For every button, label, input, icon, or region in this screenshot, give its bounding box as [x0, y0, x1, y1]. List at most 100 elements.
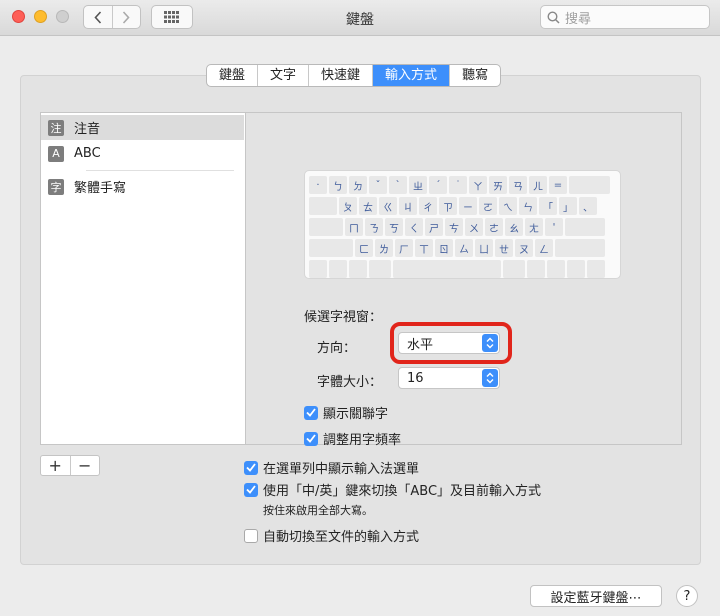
key-command — [503, 260, 525, 278]
key: ˙ — [449, 176, 467, 194]
key-space — [393, 260, 501, 278]
checkmark-icon — [304, 431, 318, 446]
key: ˋ — [389, 176, 407, 194]
font-size-value: 16 — [407, 370, 424, 386]
key: 」 — [559, 197, 577, 215]
source-item-abc[interactable]: A ABC — [41, 141, 244, 166]
key-command — [369, 260, 391, 278]
key: ㄤ — [525, 218, 543, 236]
key: ㄇ — [345, 218, 363, 236]
key: ㄒ — [415, 239, 433, 257]
tab-dictation[interactable]: 聽寫 — [449, 65, 500, 86]
font-size-select[interactable]: 16 — [398, 367, 500, 389]
checkmark-icon — [304, 405, 318, 420]
tab-text[interactable]: 文字 — [257, 65, 308, 86]
key-option — [527, 260, 545, 278]
auto-switch-checkbox[interactable]: 自動切換至文件的輸入方式 — [244, 526, 419, 545]
checkmark-icon — [244, 482, 258, 497]
source-badge: 字 — [48, 178, 64, 195]
key: ㄘ — [445, 218, 463, 236]
help-button[interactable]: ? — [676, 585, 698, 607]
keyboard-layout-preview: · ㄅ ㄉ ˇ ˋ ㄓ ˊ ˙ ㄚ ㄞ ㄢ ㄦ = ㄆ ㄊ ㄍ ㄐ ㄔ ㄗ ㄧ … — [304, 170, 621, 279]
key: ' — [545, 218, 563, 236]
key: ˇ — [369, 176, 387, 194]
direction-label: 方向： — [317, 341, 357, 356]
keyboard-row — [309, 260, 616, 280]
setup-bluetooth-keyboard-button[interactable]: 設定藍牙鍵盤⋯ — [530, 585, 662, 607]
key: ㄩ — [475, 239, 493, 257]
key-arrow-updown — [567, 260, 585, 278]
source-item-zhuyin[interactable]: 注 注音 — [41, 115, 244, 140]
key: ㄎ — [385, 218, 403, 236]
key-shift-right — [555, 239, 605, 257]
key: ㄌ — [375, 239, 393, 257]
key: ㄍ — [379, 197, 397, 215]
key: 「 — [539, 197, 557, 215]
key: ㄅ — [329, 176, 347, 194]
key: ㄊ — [359, 197, 377, 215]
keyboard-row: ㄆ ㄊ ㄍ ㄐ ㄔ ㄗ ㄧ ㄛ ㄟ ㄣ 「 」 、 — [309, 197, 616, 217]
key: ㄛ — [479, 197, 497, 215]
add-source-button[interactable]: + — [41, 456, 70, 475]
key: ㄔ — [419, 197, 437, 215]
tab-keyboard[interactable]: 鍵盤 — [207, 65, 257, 86]
key-shift-left — [309, 239, 353, 257]
source-badge: 注 — [48, 119, 64, 136]
search-field[interactable]: 搜尋 — [540, 5, 710, 29]
remove-source-button[interactable]: − — [69, 456, 100, 475]
checkbox-label: 調整用字頻率 — [323, 433, 402, 448]
keyboard-row: · ㄅ ㄉ ˇ ˋ ㄓ ˊ ˙ ㄚ ㄞ ㄢ ㄦ = — [309, 176, 616, 196]
key: ㄏ — [395, 239, 413, 257]
key: = — [549, 176, 567, 194]
key-control — [329, 260, 347, 278]
checkbox-label: 顯示關聯字 — [323, 407, 389, 422]
search-icon — [547, 10, 560, 24]
source-item-handwriting[interactable]: 字 繁體手寫 — [41, 174, 244, 199]
add-remove-control: + − — [40, 455, 100, 476]
key: ㄦ — [529, 176, 547, 194]
key: ㄗ — [439, 197, 457, 215]
key: ㄙ — [455, 239, 473, 257]
checkbox-empty-icon — [244, 528, 258, 543]
tab-bar: 鍵盤 文字 快速鍵 輸入方式 聽寫 — [206, 64, 502, 87]
tab-shortcuts[interactable]: 快速鍵 — [308, 65, 372, 86]
key: ㄟ — [499, 197, 517, 215]
key: ㄨ — [465, 218, 483, 236]
adjust-frequency-checkbox[interactable]: 調整用字頻率 — [304, 429, 401, 448]
checkbox-label: 自動切換至文件的輸入方式 — [263, 530, 420, 545]
key-tab — [309, 197, 337, 215]
key-delete — [569, 176, 610, 194]
input-source-list: 注 注音 A ABC 字 繁體手寫 — [40, 112, 245, 445]
key: 、 — [579, 197, 597, 215]
highlight-annotation — [390, 322, 512, 364]
checkbox-label: 使用「中/英」鍵來切換「ABC」及目前輸入方式 — [263, 484, 542, 499]
switch-abc-checkbox[interactable]: 使用「中/英」鍵來切換「ABC」及目前輸入方式 — [244, 480, 541, 499]
source-label: 繁體手寫 — [74, 181, 127, 196]
show-associated-checkbox[interactable]: 顯示關聯字 — [304, 403, 388, 422]
key: ㄆ — [339, 197, 357, 215]
key: ㄋ — [365, 218, 383, 236]
key-fn — [309, 260, 327, 278]
show-input-menu-checkbox[interactable]: 在選單列中顯示輸入法選單 — [244, 458, 419, 477]
updown-chevron-icon — [482, 369, 498, 387]
key-option — [349, 260, 367, 278]
key: ㄓ — [409, 176, 427, 194]
key: ㄉ — [349, 176, 367, 194]
tab-input-sources[interactable]: 輸入方式 — [372, 65, 450, 86]
font-size-label: 字體大小： — [317, 375, 383, 390]
source-label: ABC — [74, 146, 101, 161]
key: ㄡ — [515, 239, 533, 257]
checkbox-label: 在選單列中顯示輸入法選單 — [263, 462, 420, 477]
key-arrow-right — [587, 260, 605, 278]
key: ˊ — [429, 176, 447, 194]
key: ㄑ — [405, 218, 423, 236]
title-bar: 鍵盤 搜尋 — [0, 0, 720, 36]
checkmark-icon — [244, 460, 258, 475]
source-label: 注音 — [74, 122, 101, 137]
key: ㄢ — [509, 176, 527, 194]
key: ㄥ — [535, 239, 553, 257]
key-caps — [309, 218, 343, 236]
key: ㄝ — [495, 239, 513, 257]
list-divider — [86, 170, 234, 171]
caps-hint-text: 按住來啟用全部大寫。 — [263, 504, 373, 517]
